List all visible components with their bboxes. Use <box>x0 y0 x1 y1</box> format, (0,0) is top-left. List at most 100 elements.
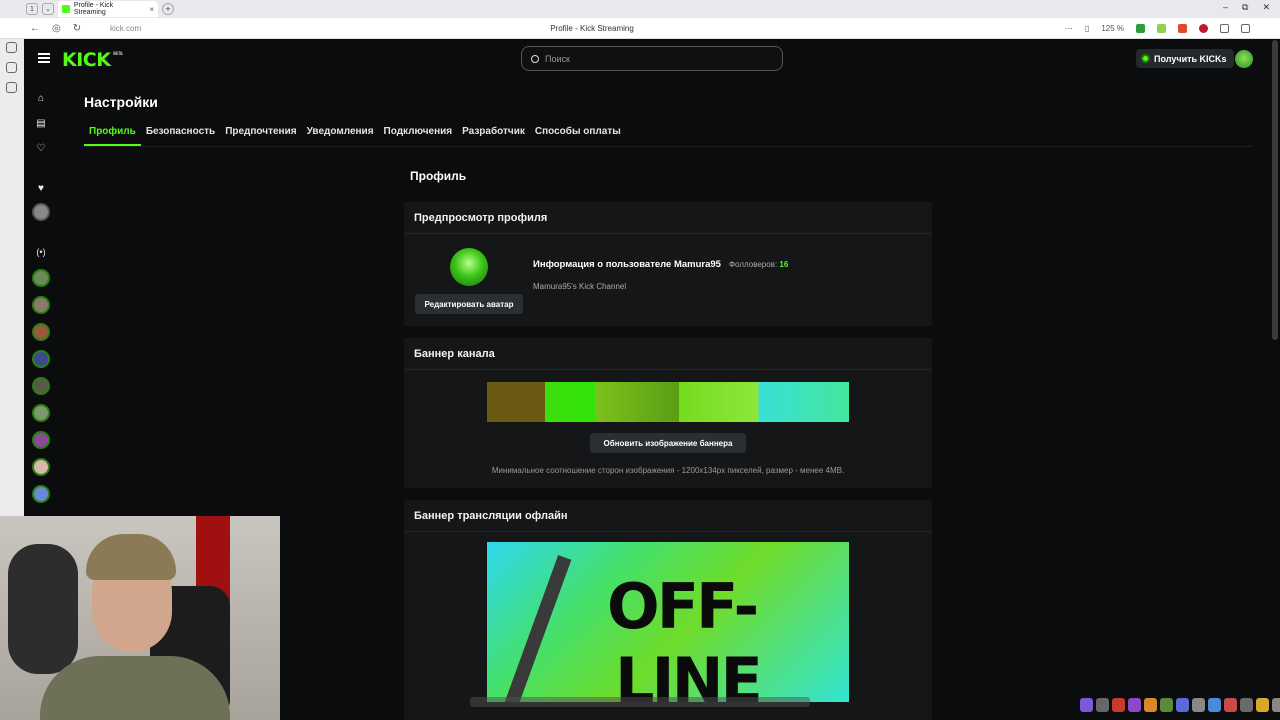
home-icon[interactable]: ⌂ <box>35 92 47 104</box>
screenshot-icon[interactable] <box>6 82 17 93</box>
browser-tab-active[interactable]: Profile - Kick Streaming × <box>58 1 158 17</box>
tray-app-icon[interactable] <box>1144 698 1157 712</box>
card-title: Баннер трансляции офлайн <box>404 500 932 532</box>
tab-workspaces[interactable]: 1 ⌄ <box>26 3 54 15</box>
offline-banner-card: Баннер трансляции офлайн OFF- LINE <box>404 500 932 720</box>
bookmark-icon[interactable]: ▯ <box>1085 24 1089 33</box>
search-placeholder: Поиск <box>545 53 570 64</box>
channel-avatar[interactable] <box>32 404 50 422</box>
tab-title: Profile - Kick Streaming <box>73 2 114 16</box>
profile-avatar <box>450 248 488 286</box>
get-kicks-button[interactable]: Получить KICKs <box>1136 49 1234 68</box>
new-tab-button[interactable]: + <box>162 3 174 15</box>
settings-tabs: Профиль Безопасность Предпочтения Уведом… <box>84 126 626 146</box>
channel-avatar[interactable] <box>32 458 50 476</box>
webcam-overlay <box>0 516 280 720</box>
tray-app-icon[interactable] <box>1256 698 1269 712</box>
followers-label: Фолловеров: <box>728 260 778 269</box>
microphone-graphic <box>8 544 78 674</box>
tray-app-icon[interactable] <box>1208 698 1221 712</box>
hamburger-menu-icon[interactable] <box>38 53 50 63</box>
get-kicks-label: Получить KICKs <box>1154 53 1227 64</box>
live-icon[interactable]: (•) <box>35 246 47 258</box>
tabs-divider <box>84 146 1252 147</box>
tray-app-icon[interactable] <box>1192 698 1205 712</box>
channel-banner-image <box>487 382 849 422</box>
section-title: Профиль <box>410 169 467 183</box>
system-tray <box>1080 698 1280 712</box>
window-title: Profile - Kick Streaming <box>550 23 634 33</box>
card-title: Предпросмотр профиля <box>404 202 932 234</box>
user-avatar[interactable] <box>1235 50 1253 68</box>
beta-badge: BETA <box>113 51 123 56</box>
channel-subtitle: Mamura95's Kick Channel <box>533 282 627 291</box>
close-window-icon[interactable]: ✕ <box>1262 2 1270 13</box>
tray-app-icon[interactable] <box>1128 698 1141 712</box>
browse-icon[interactable]: ▤ <box>35 117 47 129</box>
tab-developer[interactable]: Разработчик <box>457 126 530 146</box>
close-tab-icon[interactable]: × <box>149 5 154 14</box>
tray-app-icon[interactable] <box>1112 698 1125 712</box>
address-bar-actions: ⋯ ▯ 125 % <box>1065 23 1250 33</box>
offline-banner-image: OFF- LINE <box>487 542 849 702</box>
download-icon[interactable] <box>1136 23 1145 33</box>
workspace-1[interactable]: 1 <box>26 3 38 15</box>
channel-avatar[interactable] <box>32 431 50 449</box>
menu-icon[interactable] <box>1241 23 1250 33</box>
adblock-icon[interactable] <box>1199 23 1208 33</box>
kick-logo[interactable]: KICK BETA <box>62 49 123 71</box>
tray-app-icon[interactable] <box>1096 698 1109 712</box>
tray-app-icon[interactable] <box>1272 698 1280 712</box>
taskbar <box>470 697 810 707</box>
browser-tab-bar: 1 ⌄ Profile - Kick Streaming × + – ⧉ ✕ <box>0 0 1280 18</box>
channel-avatar[interactable] <box>32 323 50 341</box>
edit-avatar-button[interactable]: Редактировать аватар <box>415 294 523 314</box>
channel-avatar[interactable] <box>32 269 50 287</box>
channel-avatar[interactable] <box>32 350 50 368</box>
power-pole-graphic <box>496 555 572 702</box>
favorites-icon[interactable]: ♥ <box>35 182 47 194</box>
fire-icon[interactable] <box>1178 23 1187 33</box>
search-input[interactable]: Поиск <box>521 46 783 71</box>
update-banner-button[interactable]: Обновить изображение баннера <box>590 433 746 453</box>
tray-app-icon[interactable] <box>1080 698 1093 712</box>
person-body-graphic <box>40 656 230 720</box>
kicks-coin-icon <box>1141 54 1150 63</box>
chevron-down-icon[interactable]: ⌄ <box>42 3 54 15</box>
profile-preview-card: Предпросмотр профиля Информация о пользо… <box>404 202 932 326</box>
tray-app-icon[interactable] <box>1240 698 1253 712</box>
page-scrollbar[interactable] <box>1272 40 1278 340</box>
tab-notifications[interactable]: Уведомления <box>302 126 379 146</box>
logo-text: KICK <box>62 49 111 71</box>
user-info: Информация о пользователе Mamura95 Фолло… <box>533 259 788 270</box>
window-controls: – ⧉ ✕ <box>1223 2 1270 13</box>
channel-avatar[interactable] <box>32 377 50 395</box>
tab-profile[interactable]: Профиль <box>84 126 141 146</box>
channel-avatar[interactable] <box>32 203 50 221</box>
tab-security[interactable]: Безопасность <box>141 126 220 146</box>
offline-text-line2: LINE <box>615 644 763 702</box>
tray-app-icon[interactable] <box>1160 698 1173 712</box>
banner-hint: Минимальное соотношение сторон изображен… <box>491 466 845 475</box>
card-title: Баннер канала <box>404 338 932 370</box>
zoom-level[interactable]: 125 % <box>1101 24 1124 33</box>
tray-app-icon[interactable] <box>1224 698 1237 712</box>
tab-connections[interactable]: Подключения <box>379 126 458 146</box>
channel-avatar[interactable] <box>32 485 50 503</box>
search-icon <box>531 54 539 63</box>
tab-preferences[interactable]: Предпочтения <box>220 126 301 146</box>
extension-icon[interactable] <box>1157 23 1166 33</box>
channel-avatar[interactable] <box>32 296 50 314</box>
player-icon[interactable] <box>6 42 17 53</box>
user-info-label: Информация о пользователе Mamura95 <box>533 259 721 270</box>
minimize-icon[interactable]: – <box>1223 2 1228 13</box>
more-icon[interactable]: ⋯ <box>1065 24 1073 33</box>
followers: Фолловеров: 16 <box>729 260 788 269</box>
image-icon[interactable] <box>6 62 17 73</box>
channel-banner-card: Баннер канала Обновить изображение банне… <box>404 338 932 488</box>
puzzle-icon[interactable] <box>1220 23 1229 33</box>
restore-icon[interactable]: ⧉ <box>1242 2 1248 13</box>
tray-app-icon[interactable] <box>1176 698 1189 712</box>
tab-payment-methods[interactable]: Способы оплаты <box>530 126 626 146</box>
following-icon[interactable]: ♡ <box>35 142 47 154</box>
